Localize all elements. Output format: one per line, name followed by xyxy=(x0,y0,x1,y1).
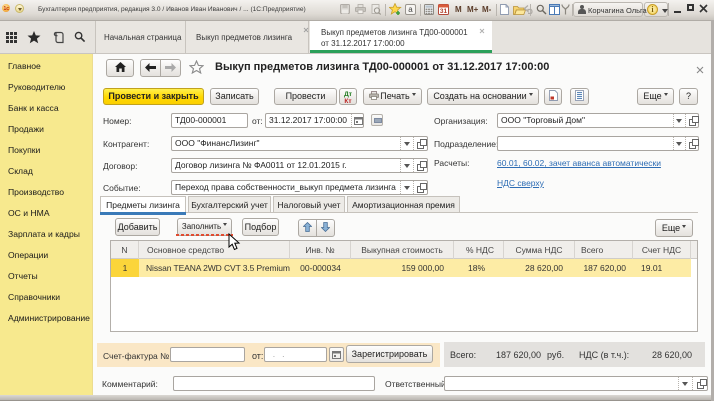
svg-text:a: a xyxy=(408,5,413,14)
svg-text:31: 31 xyxy=(440,8,448,15)
